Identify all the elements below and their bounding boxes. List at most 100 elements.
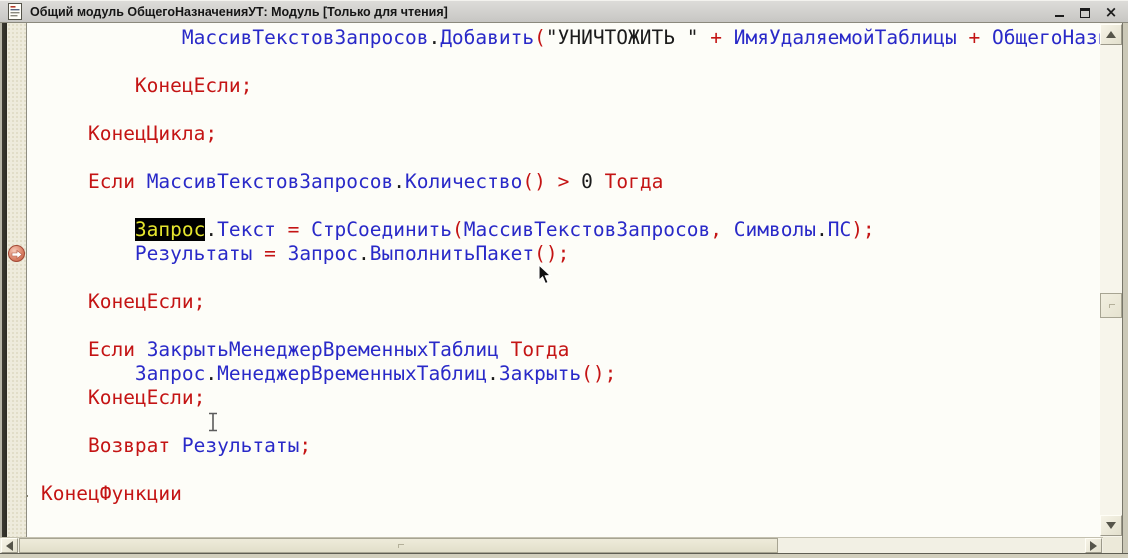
code-token-pl — [546, 170, 558, 193]
window-frame-bottom — [0, 553, 1128, 558]
code-line: КонецЕсли; — [41, 386, 1100, 410]
code-line — [41, 50, 1100, 74]
code-token-op: ; — [241, 74, 253, 97]
code-token-op: = — [264, 242, 276, 265]
code-token-pl — [135, 170, 147, 193]
code-token-kw: КонецЕсли — [135, 74, 241, 97]
code-token-pl — [170, 434, 182, 457]
module-document-icon — [8, 3, 23, 20]
code-token-op: = — [288, 218, 300, 241]
code-line: КонецФункции — [41, 482, 1100, 506]
code-token-id: МассивТекстовЗапросов — [182, 26, 429, 49]
code-token-str: "УНИЧТОЖИТЬ " — [546, 26, 699, 49]
code-line: КонецЦикла; — [41, 122, 1100, 146]
code-token-id: Текст — [217, 218, 276, 241]
code-token-op: ( — [534, 26, 546, 49]
minimize-button[interactable] — [1052, 5, 1066, 19]
code-token-id: ЗакрытьМенеджерВременныхТаблиц — [147, 338, 499, 361]
code-token-pl: . — [205, 218, 217, 241]
code-token-pl — [276, 218, 288, 241]
scroll-right-button[interactable] — [1085, 538, 1102, 553]
code-line — [41, 98, 1100, 122]
code-token-pl: . — [428, 26, 440, 49]
highlighted-word: Запрос — [135, 218, 205, 241]
arrow-left-icon — [6, 541, 13, 551]
code-token-id: ИмяУдаляемойТаблицы — [734, 26, 957, 49]
code-token-kw: КонецЕсли — [88, 290, 194, 313]
maximize-icon — [1080, 8, 1090, 18]
module-editor-window: Общий модуль ОбщегоНазначенияУТ: Модуль … — [0, 0, 1128, 558]
code-line — [41, 266, 1100, 290]
code-line: Если ЗакрытьМенеджерВременныхТаблиц Тогд… — [41, 338, 1100, 362]
close-icon: × — [1105, 5, 1118, 19]
code-token-pl — [252, 242, 264, 265]
scroll-up-button[interactable] — [1100, 24, 1122, 45]
horizontal-scrollbar-thumb[interactable] — [19, 538, 778, 553]
code-line: МассивТекстовЗапросов.Добавить("УНИЧТОЖИ… — [41, 26, 1100, 50]
code-token-op: + — [957, 26, 992, 49]
code-token-pl — [276, 242, 288, 265]
code-token-op: (); — [534, 242, 569, 265]
current-position-marker-icon — [8, 245, 25, 262]
code-token-kw: КонецФункции — [41, 482, 182, 505]
code-line — [41, 146, 1100, 170]
code-token-pl: . — [487, 362, 499, 385]
code-line: Результаты = Запрос.ВыполнитьПакет(); — [41, 242, 1100, 266]
vertical-scrollbar[interactable] — [1100, 23, 1122, 537]
horizontal-scrollbar[interactable] — [0, 537, 1103, 553]
code-token-op: ( — [452, 218, 464, 241]
code-token-kw: Возврат — [88, 434, 170, 457]
code-editor[interactable]: МассивТекстовЗапросов.Добавить("УНИЧТОЖИ… — [28, 23, 1100, 537]
minimize-icon — [1055, 15, 1064, 17]
code-token-id: СтрСоединить — [311, 218, 452, 241]
vertical-scrollbar-thumb[interactable] — [1100, 293, 1122, 318]
window-frame-right — [1122, 23, 1128, 553]
code-token-pl: . — [358, 242, 370, 265]
code-token-pl: . — [393, 170, 405, 193]
code-token-kw: Если — [88, 338, 135, 361]
code-token-id: Результаты — [182, 434, 299, 457]
code-token-pl — [569, 170, 581, 193]
code-token-id: МассивТекстовЗапросов — [464, 218, 711, 241]
code-token-op: ; — [299, 434, 311, 457]
thumb-grip — [398, 544, 404, 548]
code-token-num: 0 — [581, 170, 593, 193]
code-token-op: ; — [194, 386, 206, 409]
code-token-kw: Если — [88, 170, 135, 193]
code-line: Если МассивТекстовЗапросов.Количество() … — [41, 170, 1100, 194]
code-token-id: ПС — [828, 218, 851, 241]
code-token-op: (); — [581, 362, 616, 385]
code-token-op: , — [710, 218, 722, 241]
editor-gutter — [7, 23, 27, 537]
code-token-op: ; — [205, 122, 217, 145]
code-token-pl — [722, 218, 734, 241]
maximize-button[interactable] — [1078, 5, 1092, 19]
code-token-id: Запрос — [288, 242, 358, 265]
code-token-op: + — [698, 26, 733, 49]
code-token-pl — [135, 338, 147, 361]
code-line: КонецЕсли; — [41, 290, 1100, 314]
code-token-kw: КонецЦикла — [88, 122, 205, 145]
code-token-pl: . — [205, 362, 217, 385]
code-line: Запрос.МенеджерВременныхТаблиц.Закрыть()… — [41, 362, 1100, 386]
code-token-kw: Тогда — [511, 338, 570, 361]
scroll-down-button[interactable] — [1100, 515, 1122, 536]
code-token-id: Количество — [405, 170, 522, 193]
arrow-right-icon — [1090, 541, 1097, 551]
code-token-kw: Тогда — [605, 170, 664, 193]
arrow-up-icon — [1106, 31, 1116, 38]
code-line — [41, 458, 1100, 482]
scroll-left-button[interactable] — [1, 538, 18, 553]
code-token-op: ); — [851, 218, 874, 241]
code-token-op: > — [558, 170, 570, 193]
close-button[interactable]: × — [1104, 5, 1118, 19]
code-token-id: ОбщегоНазначения — [992, 26, 1100, 49]
code-line — [41, 314, 1100, 338]
code-token-id: Запрос — [135, 362, 205, 385]
code-token-pl — [299, 218, 311, 241]
code-token-id: Результаты — [135, 242, 252, 265]
code-token-id: Закрыть — [499, 362, 581, 385]
code-token-kw: КонецЕсли — [88, 386, 194, 409]
code-token-pl: . — [816, 218, 828, 241]
code-line: КонецЕсли; — [41, 74, 1100, 98]
